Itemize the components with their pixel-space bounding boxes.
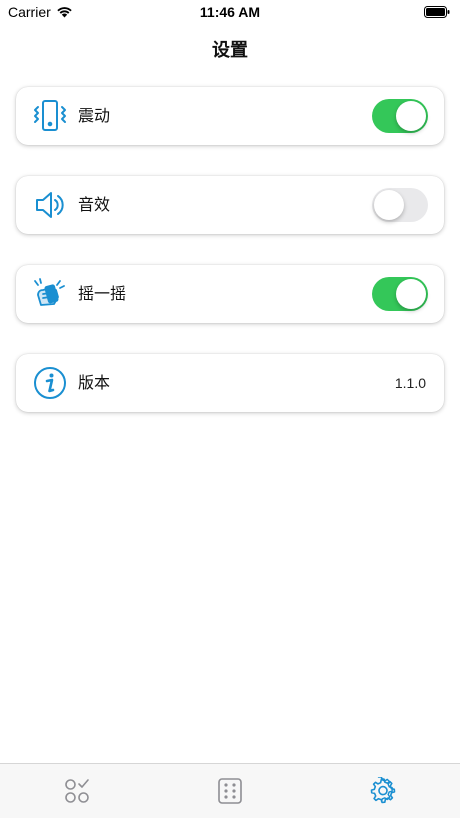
info-icon (32, 366, 68, 400)
tab-dice[interactable] (215, 776, 245, 806)
shake-toggle[interactable] (372, 277, 428, 311)
setting-label-version: 版本 (78, 373, 111, 392)
toggle-knob (374, 190, 404, 220)
status-bar: Carrier 11:46 AM (0, 0, 460, 24)
sound-toggle[interactable] (372, 188, 428, 222)
shapes-check-icon (65, 779, 89, 803)
tab-settings[interactable] (368, 776, 398, 806)
tab-bar (0, 763, 460, 818)
version-value: 1.1.0 (394, 375, 426, 391)
setting-label-sound: 音效 (78, 195, 111, 214)
page-title: 设置 (212, 40, 248, 61)
status-time: 11:46 AM (199, 4, 261, 20)
setting-row-version: 版本 1.1.0 (16, 354, 444, 412)
toggle-knob (396, 279, 426, 309)
vibration-toggle[interactable] (372, 99, 428, 133)
setting-label-vibration: 震动 (78, 106, 111, 125)
gear-icon (370, 777, 396, 804)
tab-tasks[interactable] (62, 776, 92, 806)
dice-icon (218, 778, 242, 804)
toggle-knob (396, 101, 426, 131)
speaker-icon (32, 188, 68, 222)
setting-row-vibration: 震动 (16, 87, 444, 145)
setting-label-shake: 摇一摇 (78, 284, 127, 303)
battery-icon (424, 6, 450, 18)
vibration-icon (32, 99, 68, 133)
shake-hand-icon (32, 277, 68, 311)
setting-row-shake: 摇一摇 (16, 265, 444, 323)
setting-row-sound: 音效 (16, 176, 444, 234)
